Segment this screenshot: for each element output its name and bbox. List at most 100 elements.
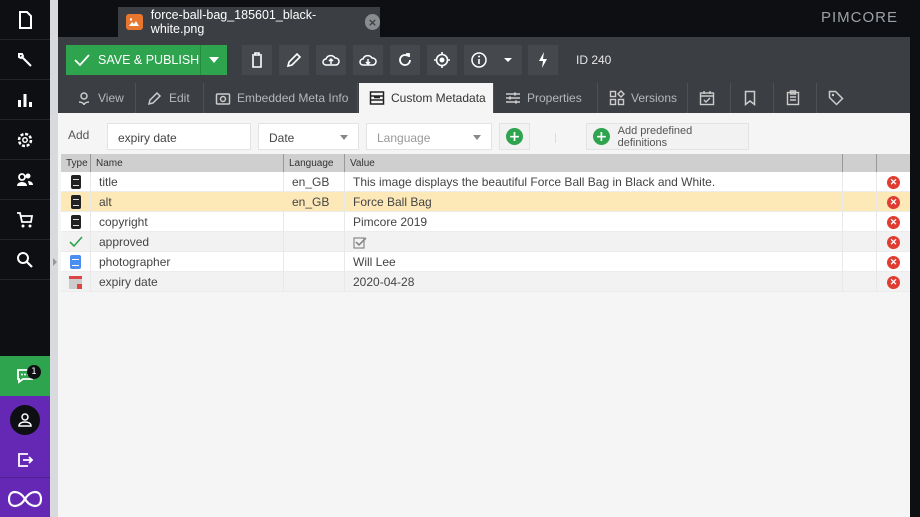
tab-view[interactable]: View	[66, 83, 136, 113]
upload-button[interactable]	[316, 45, 346, 75]
delete-icon[interactable]: ✕	[887, 175, 900, 189]
delete-icon[interactable]: ✕	[887, 235, 900, 249]
save-publish-label: SAVE & PUBLISH	[98, 53, 200, 67]
document-icon	[19, 10, 32, 29]
table-row[interactable]: alt en_GB Force Ball Bag ✕	[61, 192, 910, 212]
type-cell	[61, 252, 91, 272]
tab-schedule[interactable]	[689, 83, 731, 113]
value-cell[interactable]: This image displays the beautiful Force …	[345, 172, 843, 192]
add-label: Add	[68, 128, 90, 142]
delete-cell: ✕	[877, 212, 910, 232]
delete-button[interactable]	[242, 45, 272, 75]
name-cell[interactable]: approved	[91, 232, 284, 252]
trash-icon	[252, 52, 262, 68]
language-cell[interactable]	[284, 252, 345, 272]
clear-thumbnails-button[interactable]	[528, 45, 558, 75]
logout-button[interactable]	[0, 442, 50, 478]
table-row[interactable]: copyright Pimcore 2019 ✕	[61, 212, 910, 232]
value-cell[interactable]: 2020-04-28	[345, 272, 843, 292]
value-cell[interactable]: Force Ball Bag	[345, 192, 843, 212]
tab-versions[interactable]: Versions	[599, 83, 688, 113]
pencil-icon	[286, 52, 302, 68]
language-cell[interactable]	[284, 232, 345, 252]
name-cell[interactable]: alt	[91, 192, 284, 212]
sidebar-item-documents[interactable]	[0, 0, 50, 40]
save-publish-button[interactable]: SAVE & PUBLISH	[66, 45, 200, 75]
notifications-button[interactable]: 1	[0, 356, 50, 396]
sidebar-item-search[interactable]	[0, 240, 50, 280]
checkbox-checked-icon[interactable]	[353, 236, 367, 249]
column-header-name[interactable]: Name	[91, 154, 284, 172]
sidebar-item-ecommerce[interactable]	[0, 200, 50, 240]
metadata-language-select[interactable]: Language	[366, 123, 492, 150]
table-row[interactable]: approved ✕	[61, 232, 910, 252]
language-cell[interactable]	[284, 272, 345, 292]
save-options-dropdown[interactable]	[200, 45, 227, 75]
tab-embedded-meta-info-label: Embedded Meta Info	[237, 91, 349, 105]
tab-edit[interactable]: Edit	[137, 83, 204, 113]
delete-cell: ✕	[877, 192, 910, 212]
tab-properties-label: Properties	[527, 91, 582, 105]
tab-properties[interactable]: Properties	[495, 83, 598, 113]
delete-icon[interactable]: ✕	[887, 215, 900, 229]
download-button[interactable]	[353, 45, 383, 75]
sidebar-item-tools[interactable]	[0, 40, 50, 80]
delete-icon[interactable]: ✕	[887, 275, 900, 289]
sidebar-item-marketing[interactable]	[0, 80, 50, 120]
table-row[interactable]: title en_GB This image displays the beau…	[61, 172, 910, 192]
column-header-type[interactable]: Type	[61, 154, 91, 172]
value-cell[interactable]	[345, 232, 843, 252]
clipboard-icon	[786, 90, 800, 106]
metadata-type-select[interactable]: Date	[258, 123, 359, 150]
input-type-icon	[70, 175, 81, 189]
name-cell[interactable]: photographer	[91, 252, 284, 272]
extra-cell	[843, 192, 877, 212]
value-cell[interactable]: Pimcore 2019	[345, 212, 843, 232]
name-cell[interactable]: title	[91, 172, 284, 192]
image-icon	[126, 14, 143, 30]
add-predefined-definitions-button[interactable]: + Add predefined definitions	[586, 123, 749, 150]
language-cell[interactable]: en_GB	[284, 172, 345, 192]
reload-button[interactable]	[390, 45, 420, 75]
table-row[interactable]: expiry date 2020-04-28 ✕	[61, 272, 910, 292]
delete-icon[interactable]: ✕	[887, 255, 900, 269]
language-cell[interactable]	[284, 212, 345, 232]
more-options-button[interactable]	[494, 45, 522, 75]
user-icon	[18, 413, 32, 427]
language-cell[interactable]: en_GB	[284, 192, 345, 212]
metadata-name-input[interactable]: expiry date	[107, 123, 251, 150]
input-type-icon	[70, 195, 81, 209]
rename-button[interactable]	[279, 45, 309, 75]
tab-tags[interactable]	[818, 83, 860, 113]
collapse-expander-icon[interactable]	[53, 258, 57, 266]
avatar[interactable]	[10, 405, 40, 435]
column-header-blank	[843, 154, 877, 172]
cloud-upload-icon	[322, 54, 340, 66]
name-cell[interactable]: expiry date	[91, 272, 284, 292]
sidebar-item-users[interactable]	[0, 160, 50, 200]
column-header-language[interactable]: Language	[284, 154, 345, 172]
close-tab-icon[interactable]: ×	[365, 14, 380, 30]
delete-icon[interactable]: ✕	[887, 195, 900, 209]
search-icon	[17, 251, 33, 268]
chart-icon	[18, 93, 32, 107]
asset-id-label: ID 240	[576, 53, 612, 67]
tab-notes[interactable]	[775, 83, 817, 113]
value-cell[interactable]: Will Lee	[345, 252, 843, 272]
wrench-icon	[18, 52, 32, 67]
right-edge	[910, 37, 920, 517]
sidebar-item-settings[interactable]	[0, 120, 50, 160]
document-tab[interactable]: force-ball-bag_185601_black-white.png ×	[118, 7, 380, 37]
add-metadata-button[interactable]: +	[499, 123, 530, 150]
camera-icon	[215, 93, 231, 105]
table-row[interactable]: photographer Will Lee ✕	[61, 252, 910, 272]
tab-bookmark[interactable]	[732, 83, 774, 113]
info-button[interactable]	[464, 45, 494, 75]
column-header-value[interactable]: Value	[345, 154, 843, 172]
tab-embedded-meta-info[interactable]: Embedded Meta Info	[205, 83, 358, 113]
name-cell[interactable]: copyright	[91, 212, 284, 232]
caret-down-icon	[504, 58, 512, 62]
locate-in-tree-button[interactable]	[427, 45, 457, 75]
tab-custom-metadata[interactable]: Custom Metadata	[359, 83, 494, 113]
type-cell	[61, 172, 91, 192]
